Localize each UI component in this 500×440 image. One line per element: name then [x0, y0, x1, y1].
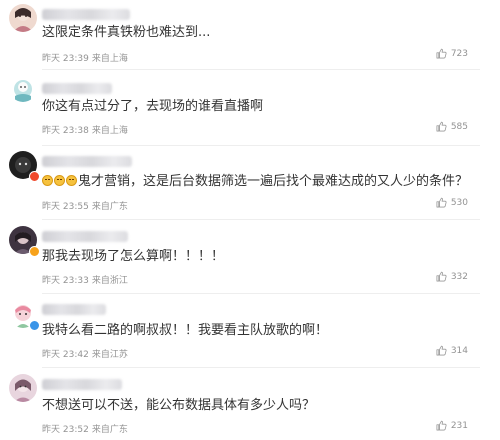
comment-item: 我特么看二路的啊叔叔！！我要看主队放歌的啊！ 昨天 23:42 来自江苏 314: [0, 294, 500, 368]
avatar[interactable]: [9, 4, 37, 32]
username-blurred[interactable]: [42, 156, 132, 167]
smile-emoji-icon: [54, 175, 65, 186]
like-count: 585: [450, 121, 468, 132]
comment-location: 来自上海: [91, 54, 128, 64]
comment-location: 来自广东: [91, 202, 128, 212]
like-count: 530: [450, 197, 468, 208]
verified-badge: [29, 246, 40, 257]
like-button[interactable]: 314: [436, 345, 468, 356]
comment-item: 那我去现场了怎么算啊！！！！ 昨天 23:33 来自浙江 332: [0, 220, 500, 294]
comment-meta: 昨天 23:52 来自广东: [42, 422, 128, 435]
comment-item: 鬼才营销，这是后台数据筛选一遍后找个最难达成的又人少的条件？ 昨天 23:55 来…: [0, 146, 500, 220]
comment-location: 来自浙江: [91, 276, 128, 286]
username-blurred[interactable]: [42, 83, 112, 94]
comment-item: 你这有点过分了，去现场的谁看直播啊 昨天 23:38 来自上海 585: [0, 70, 500, 146]
username-blurred[interactable]: [42, 379, 122, 390]
like-count: 314: [450, 345, 468, 356]
comment-time: 昨天 23:38: [42, 126, 89, 136]
avatar-image: [9, 4, 37, 32]
comment-text: 那我去现场了怎么算啊！！！！: [42, 249, 225, 264]
comment-text: 鬼才营销，这是后台数据筛选一遍后找个最难达成的又人少的条件？: [78, 174, 469, 189]
avatar-image: [9, 74, 37, 102]
like-button[interactable]: 231: [436, 420, 468, 431]
smile-emoji-icon: [66, 175, 77, 186]
thumbs-up-icon: [436, 48, 447, 59]
comment-meta: 昨天 23:39 来自上海: [42, 51, 128, 64]
comment-time: 昨天 23:33: [42, 276, 89, 286]
comment-location: 来自上海: [91, 126, 128, 136]
smile-emoji-icon: [42, 175, 53, 186]
comment-list: 这限定条件真铁粉也难达到... 昨天 23:39 来自上海 723 你这有点过分了…: [0, 0, 500, 440]
comment-meta: 昨天 23:42 来自江苏: [42, 347, 128, 360]
comment-time: 昨天 23:52: [42, 425, 89, 435]
avatar-image: [9, 374, 37, 402]
comment-time: 昨天 23:55: [42, 202, 89, 212]
comment-item: 不想送可以不送，能公布数据具体有多少人吗？ 昨天 23:52 来自广东 231: [0, 368, 500, 440]
comment-time: 昨天 23:42: [42, 350, 89, 360]
comment-time: 昨天 23:39: [42, 54, 89, 64]
thumbs-up-icon: [436, 197, 447, 208]
verified-badge: [29, 320, 40, 331]
avatar[interactable]: [9, 374, 37, 402]
comment-location: 来自广东: [91, 425, 128, 435]
avatar[interactable]: [9, 74, 37, 102]
username-blurred[interactable]: [42, 9, 130, 20]
like-button[interactable]: 530: [436, 197, 468, 208]
comment-text: 我特么看二路的啊叔叔！！我要看主队放歌的啊！: [42, 323, 329, 338]
like-count: 723: [450, 48, 468, 59]
like-count: 332: [450, 271, 468, 282]
thumbs-up-icon: [436, 420, 447, 431]
like-button[interactable]: 723: [436, 48, 468, 59]
comment-meta: 昨天 23:33 来自浙江: [42, 273, 128, 286]
comment-location: 来自江苏: [91, 350, 128, 360]
username-blurred[interactable]: [42, 304, 106, 315]
thumbs-up-icon: [436, 121, 447, 132]
verified-badge: [29, 171, 40, 182]
comment-item: 这限定条件真铁粉也难达到... 昨天 23:39 来自上海 723: [0, 0, 500, 70]
comment-meta: 昨天 23:55 来自广东: [42, 199, 128, 212]
username-blurred[interactable]: [42, 231, 128, 242]
like-button[interactable]: 332: [436, 271, 468, 282]
comment-text: 不想送可以不送，能公布数据具体有多少人吗？: [42, 398, 316, 413]
thumbs-up-icon: [436, 345, 447, 356]
comment-text: 你这有点过分了，去现场的谁看直播啊: [42, 99, 264, 114]
like-button[interactable]: 585: [436, 121, 468, 132]
like-count: 231: [450, 420, 468, 431]
comment-text-row: 鬼才营销，这是后台数据筛选一遍后找个最难达成的又人少的条件？: [42, 174, 468, 190]
comment-meta: 昨天 23:38 来自上海: [42, 123, 128, 136]
comment-text: 这限定条件真铁粉也难达到...: [42, 25, 211, 40]
thumbs-up-icon: [436, 271, 447, 282]
